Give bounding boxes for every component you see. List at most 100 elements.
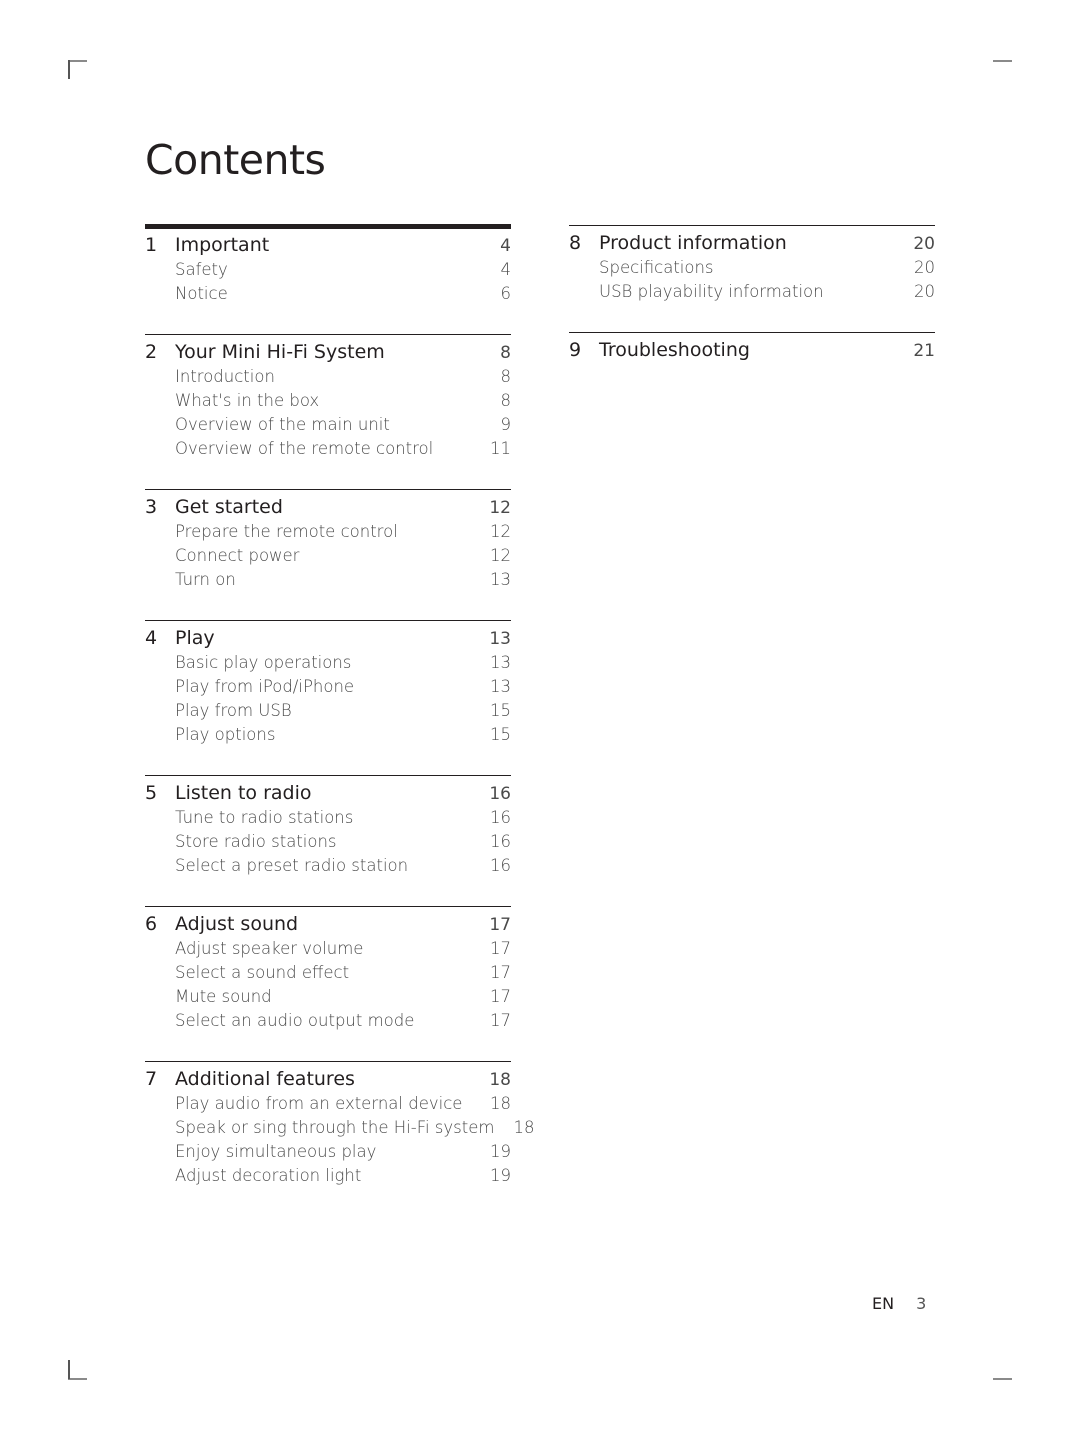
chapter-page: 13 <box>489 629 511 649</box>
subsection-page: 13 <box>490 677 511 696</box>
chapter-title: Additional features <box>175 1068 355 1090</box>
toc-subsection-entry[interactable]: Adjust speaker volume 17 <box>145 939 511 963</box>
toc-section: 7 Additional features 18 Play audio from an… <box>145 1061 534 1190</box>
toc-chapter-entry[interactable]: 8 Product information 20 <box>569 232 935 258</box>
toc-subsection-entry[interactable]: Introduction 8 <box>145 367 511 391</box>
toc-section: 1 Important 4 Safety 4 Notice 6 <box>145 224 511 308</box>
toc-chapter-entry[interactable]: 1 Important 4 <box>145 234 511 260</box>
subsection-title: Notice <box>175 284 228 303</box>
subsection-page: 17 <box>490 939 511 958</box>
crop-mark-top-left-vertical <box>68 60 70 79</box>
chapter-page: 12 <box>489 498 511 518</box>
toc-subsection-entry[interactable]: Overview of the remote control 11 <box>145 439 511 463</box>
chapter-page: 20 <box>913 234 935 254</box>
subsection-title: Overview of the remote control <box>175 439 434 458</box>
chapter-number: 4 <box>145 627 158 649</box>
toc-subsection-entry[interactable]: Basic play operations 13 <box>145 653 511 677</box>
toc-subsection-entry[interactable]: Overview of the main unit 9 <box>145 415 511 439</box>
toc-subsection-entry[interactable]: Connect power 12 <box>145 546 511 570</box>
subsection-title: USB playability information <box>599 282 824 301</box>
subsection-page: 8 <box>500 391 512 410</box>
toc-section: 3 Get started 12 Prepare the remote control… <box>145 489 511 594</box>
page-footer: EN 3 <box>872 1294 926 1313</box>
subsection-page: 17 <box>490 963 511 982</box>
subsection-page: 16 <box>490 808 511 827</box>
toc-subsection-entry[interactable]: Adjust decoration light 19 <box>145 1166 511 1190</box>
toc-chapter-entry[interactable]: 3 Get started 12 <box>145 496 511 522</box>
subsection-title: Select an audio output mode <box>175 1011 415 1030</box>
toc-subsection-entry[interactable]: Play options 15 <box>145 725 511 749</box>
toc-subsection-entry[interactable]: Select a preset radio station 16 <box>145 856 511 880</box>
subsection-title: Basic play operations <box>175 653 352 672</box>
page-title: Contents <box>145 136 326 184</box>
toc-subsection-entry[interactable]: Speak or sing through the Hi-Fi system 18 <box>145 1118 534 1142</box>
toc-subsection-entry[interactable]: Specifications 20 <box>569 258 935 282</box>
subsection-title: Specifications <box>599 258 714 277</box>
toc-chapter-entry[interactable]: 6 Adjust sound 17 <box>145 913 511 939</box>
toc-chapter-entry[interactable]: 9 Troubleshooting 21 <box>569 339 935 365</box>
chapter-number: 6 <box>145 913 158 935</box>
subsection-title: Tune to radio stations <box>175 808 354 827</box>
subsection-page: 20 <box>914 282 935 301</box>
subsection-page: 18 <box>490 1094 511 1113</box>
subsection-page: 13 <box>490 570 511 589</box>
subsection-title: What's in the box <box>175 391 320 410</box>
crop-mark-bottom-right <box>993 1378 1012 1380</box>
toc-subsection-entry[interactable]: Prepare the remote control 12 <box>145 522 511 546</box>
subsection-title: Store radio stations <box>175 832 337 851</box>
chapter-title: Product information <box>599 232 787 254</box>
toc-chapter-entry[interactable]: 2 Your Mini Hi-Fi System 8 <box>145 341 511 367</box>
chapter-number: 9 <box>569 339 582 361</box>
subsection-page: 12 <box>490 546 511 565</box>
toc-subsection-entry[interactable]: Enjoy simultaneous play 19 <box>145 1142 511 1166</box>
subsection-page: 17 <box>490 987 511 1006</box>
subsection-page: 19 <box>490 1166 511 1185</box>
subsection-title: Speak or sing through the Hi-Fi system <box>175 1118 495 1137</box>
toc-subsection-entry[interactable]: USB playability information 20 <box>569 282 935 306</box>
subsection-title: Play from iPod/iPhone <box>175 677 355 696</box>
toc-subsection-entry[interactable]: What's in the box 8 <box>145 391 511 415</box>
chapter-number: 7 <box>145 1068 158 1090</box>
subsection-title: Mute sound <box>175 987 272 1006</box>
subsection-page: 15 <box>490 701 511 720</box>
subsection-title: Overview of the main unit <box>175 415 390 434</box>
subsection-title: Play from USB <box>175 701 292 720</box>
subsection-page: 9 <box>500 415 512 434</box>
chapter-number: 5 <box>145 782 158 804</box>
chapter-page: 8 <box>500 343 511 363</box>
chapter-title: Troubleshooting <box>599 339 750 361</box>
subsection-title: Select a sound effect <box>175 963 350 982</box>
chapter-page: 21 <box>913 341 935 361</box>
toc-subsection-entry[interactable]: Play from iPod/iPhone 13 <box>145 677 511 701</box>
subsection-title: Introduction <box>175 367 275 386</box>
subsection-title: Enjoy simultaneous play <box>175 1142 377 1161</box>
crop-mark-bottom-left <box>68 1378 87 1380</box>
toc-subsection-entry[interactable]: Select an audio output mode 17 <box>145 1011 511 1035</box>
toc-subsection-entry[interactable]: Turn on 13 <box>145 570 511 594</box>
toc-subsection-entry[interactable]: Safety 4 <box>145 260 511 284</box>
toc-section: 8 Product information 20 Specifications 20 US… <box>569 225 935 306</box>
toc-subsection-entry[interactable]: Play audio from an external device 18 <box>145 1094 511 1118</box>
chapter-title: Important <box>175 234 270 256</box>
toc-chapter-entry[interactable]: 4 Play 13 <box>145 627 511 653</box>
crop-mark-top-left <box>68 60 87 62</box>
chapter-page: 4 <box>500 236 511 256</box>
language-code: EN <box>872 1294 895 1313</box>
page-number: 3 <box>916 1294 927 1313</box>
chapter-title: Your Mini Hi-Fi System <box>175 341 385 363</box>
subsection-page: 19 <box>490 1142 511 1161</box>
subsection-page: 12 <box>490 522 511 541</box>
toc-chapter-entry[interactable]: 5 Listen to radio 16 <box>145 782 511 808</box>
toc-subsection-entry[interactable]: Notice 6 <box>145 284 511 308</box>
subsection-page: 16 <box>490 832 511 851</box>
toc-subsection-entry[interactable]: Tune to radio stations 16 <box>145 808 511 832</box>
chapter-title: Listen to radio <box>175 782 312 804</box>
subsection-title: Turn on <box>175 570 236 589</box>
toc-chapter-entry[interactable]: 7 Additional features 18 <box>145 1068 511 1094</box>
toc-subsection-entry[interactable]: Select a sound effect 17 <box>145 963 511 987</box>
toc-subsection-entry[interactable]: Store radio stations 16 <box>145 832 511 856</box>
subsection-title: Select a preset radio station <box>175 856 409 875</box>
toc-subsection-entry[interactable]: Mute sound 17 <box>145 987 511 1011</box>
toc-section: 2 Your Mini Hi-Fi System 8 Introduction 8 Wha… <box>145 334 511 463</box>
toc-subsection-entry[interactable]: Play from USB 15 <box>145 701 511 725</box>
